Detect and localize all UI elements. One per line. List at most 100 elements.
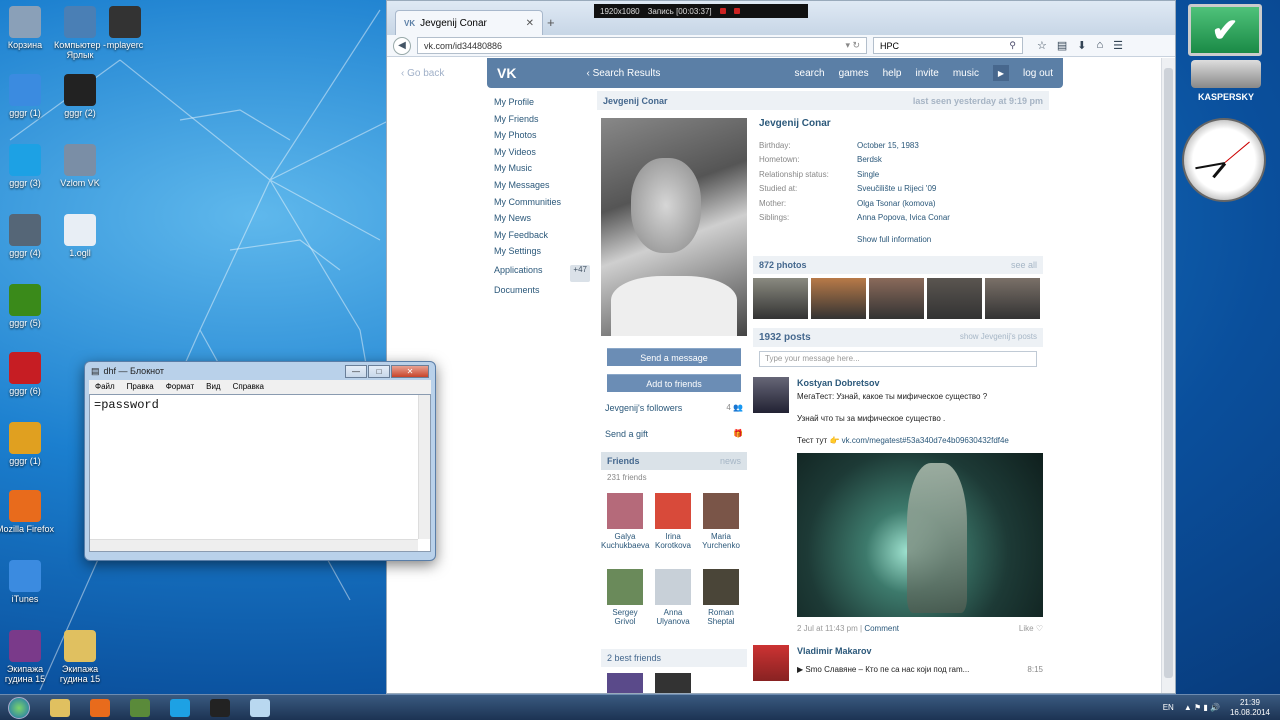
best-friends-header[interactable]: 2 best friends <box>601 649 747 667</box>
desktop-icon[interactable]: gggr (6) <box>0 352 58 396</box>
info-value[interactable]: Sveučilište u Rijeci '09 <box>857 184 936 198</box>
post-author-avatar[interactable] <box>753 644 789 681</box>
photo-thumbnail[interactable] <box>985 278 1040 320</box>
notepad-menu-item[interactable]: Справка <box>233 382 264 392</box>
left-menu-my-communities[interactable]: My Communities <box>494 194 590 211</box>
kaspersky-gadget[interactable]: ✔ KASPERSKY <box>1188 4 1264 114</box>
menu-item-help[interactable]: help <box>883 68 902 79</box>
show-posts-link[interactable]: show Jevgenij's posts <box>960 332 1037 343</box>
notepad-text-area[interactable]: =password <box>89 394 431 552</box>
desktop-icon[interactable]: Экипажа гудина 15 <box>47 630 113 684</box>
desktop-icon[interactable]: 1.ogll <box>47 214 113 258</box>
music-arrow-icon[interactable]: ▶ <box>992 65 1009 81</box>
friend-last-name[interactable]: Kuchukbaeva <box>601 541 649 550</box>
taskbar-app-button[interactable] <box>162 696 198 720</box>
minimize-icon[interactable]: — <box>345 364 367 378</box>
friend-last-name[interactable]: Korotkova <box>649 541 697 550</box>
menu-item-music[interactable]: music <box>953 68 979 79</box>
download-icon[interactable]: ⬇ <box>1077 39 1086 52</box>
documents-link[interactable]: Documents <box>494 282 590 299</box>
go-back-link[interactable]: ‹ Go back <box>401 68 444 79</box>
best-friend-avatar[interactable] <box>607 673 643 693</box>
notepad-menu-item[interactable]: Формат <box>166 382 194 392</box>
search-bar[interactable]: HPC ⚲ <box>873 37 1023 54</box>
desktop-icon[interactable]: Mozilla Firefox <box>0 490 58 534</box>
audio-title[interactable]: Smo Славяне – Кто пе са нас који под ram… <box>805 665 969 674</box>
friend-item[interactable]: Irina Korotkova <box>649 493 697 563</box>
photo-thumbnail[interactable] <box>811 278 866 320</box>
desktop-icon[interactable]: gggr (5) <box>0 284 58 328</box>
taskbar-app-button[interactable] <box>202 696 238 720</box>
left-menu-my-feedback[interactable]: My Feedback <box>494 227 590 244</box>
friend-item[interactable]: Roman Sheptal <box>697 569 745 639</box>
friend-first-name[interactable]: Maria <box>697 532 745 541</box>
stop-icon[interactable] <box>733 8 740 14</box>
friend-first-name[interactable]: Roman <box>697 608 745 617</box>
followers-link[interactable]: Jevgenij's followers 4 👥 <box>601 398 747 418</box>
horizontal-scrollbar[interactable] <box>90 539 418 551</box>
friends-news-link[interactable]: news <box>720 456 741 466</box>
taskbar-app-button[interactable] <box>42 696 78 720</box>
notepad-menu-item[interactable]: Файл <box>95 382 115 392</box>
left-menu-my-profile[interactable]: My Profile <box>494 94 590 111</box>
friend-first-name[interactable]: Anna <box>649 608 697 617</box>
menu-item-log-out[interactable]: log out <box>1023 68 1053 79</box>
post-date[interactable]: 2 Jul at 11:43 pm <box>797 624 858 633</box>
friends-header[interactable]: Friends news <box>601 452 747 470</box>
left-menu-my-music[interactable]: My Music <box>494 160 590 177</box>
scrollbar-thumb[interactable] <box>1164 68 1173 678</box>
friend-last-name[interactable]: Ulyanova <box>649 617 697 626</box>
photo-thumbnail[interactable] <box>869 278 924 320</box>
play-icon[interactable]: ▶ <box>797 665 803 674</box>
send-message-button[interactable]: Send a message <box>607 348 741 366</box>
info-value[interactable]: Olga Tsonar (komova) <box>857 199 936 213</box>
friend-first-name[interactable]: Sergey <box>601 608 649 617</box>
notepad-menu-item[interactable]: Вид <box>206 382 220 392</box>
photo-thumbnail[interactable] <box>927 278 982 320</box>
menu-item-search[interactable]: search <box>795 68 825 79</box>
new-tab-icon[interactable]: + <box>547 15 555 30</box>
maximize-icon[interactable]: □ <box>368 364 390 378</box>
clock-gadget[interactable] <box>1182 118 1266 202</box>
friend-first-name[interactable]: Irina <box>649 532 697 541</box>
applications-link[interactable]: Applications <box>494 265 543 282</box>
friend-item[interactable]: Sergey Grivol <box>601 569 649 639</box>
page-scrollbar[interactable] <box>1161 58 1175 693</box>
friend-item[interactable]: Maria Yurchenko <box>697 493 745 563</box>
menu-item-games[interactable]: games <box>839 68 869 79</box>
close-tab-icon[interactable]: ✕ <box>526 18 534 29</box>
friend-avatar[interactable] <box>655 569 691 605</box>
left-menu-my-videos[interactable]: My Videos <box>494 144 590 161</box>
clock[interactable]: 21:39 16.08.2014 <box>1230 698 1270 717</box>
screen-recorder-bar[interactable]: 1920x1080 Запись [00:03:37] <box>594 4 808 18</box>
tray-icons[interactable]: ▲ ⚑ ▮ 🔊 <box>1184 703 1220 712</box>
profile-photo[interactable] <box>601 118 747 336</box>
reload-icon[interactable]: ▾ ↻ <box>845 40 860 51</box>
friend-item[interactable]: Galya Kuchukbaeva <box>601 493 649 563</box>
language-indicator[interactable]: EN <box>1163 703 1174 712</box>
menu-icon[interactable]: ☰ <box>1113 39 1123 52</box>
friend-avatar[interactable] <box>607 569 643 605</box>
friend-last-name[interactable]: Grivol <box>601 617 649 626</box>
info-value[interactable]: Anna Popova, Ivica Conar <box>857 213 950 227</box>
taskbar-app-button[interactable] <box>122 696 158 720</box>
left-menu-my-friends[interactable]: My Friends <box>494 111 590 128</box>
see-all-link[interactable]: see all <box>1011 260 1037 270</box>
desktop-icon[interactable]: gggr (1) <box>0 422 58 466</box>
search-results-link[interactable]: ‹ Search Results <box>586 68 660 79</box>
home-icon[interactable]: ⌂ <box>1097 39 1104 52</box>
menu-item-invite[interactable]: invite <box>915 68 938 79</box>
desktop-icon[interactable]: iTunes <box>0 560 58 604</box>
post-link[interactable]: vk.com/megatest#53a340d7e4b09630432fdf4e <box>842 436 1009 445</box>
left-menu-my-photos[interactable]: My Photos <box>494 127 590 144</box>
post-author[interactable]: Vladimir Makarov <box>797 645 1043 659</box>
search-icon[interactable]: ⚲ <box>1009 40 1016 51</box>
taskbar-app-button[interactable] <box>82 696 118 720</box>
post-image[interactable] <box>797 452 1043 617</box>
bookmarks-list-icon[interactable]: ▤ <box>1057 39 1067 52</box>
info-value[interactable]: Single <box>857 170 879 184</box>
left-menu-my-messages[interactable]: My Messages <box>494 177 590 194</box>
add-friend-button[interactable]: Add to friends <box>607 374 741 392</box>
post-author[interactable]: Kostyan Dobretsov <box>797 377 1043 391</box>
left-menu-my-settings[interactable]: My Settings <box>494 243 590 260</box>
